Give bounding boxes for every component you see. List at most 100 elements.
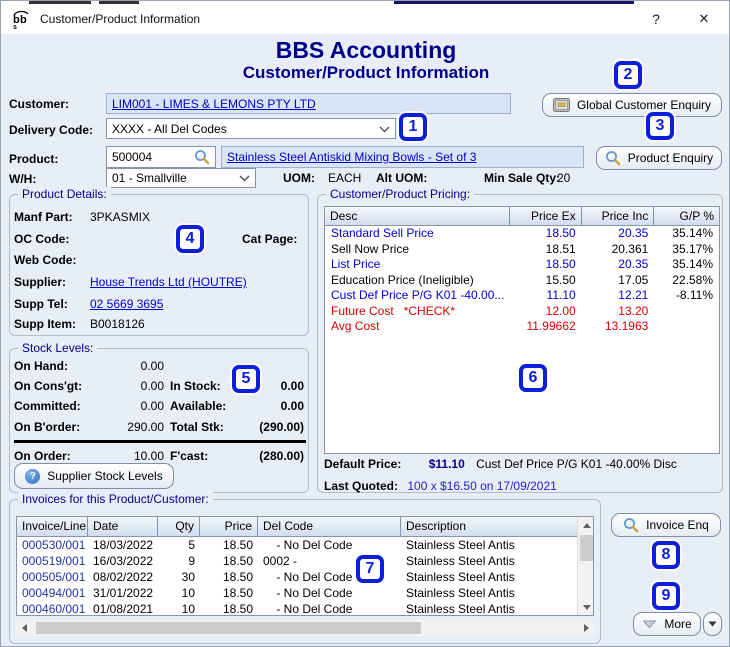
pricing-row[interactable]: Education Price (Ineligible)15.5017.0522… xyxy=(325,273,719,289)
vscroll-thumb[interactable] xyxy=(580,535,593,561)
invoice-enq-label: Invoice Enq xyxy=(646,518,709,532)
inv-col-invoice[interactable]: Invoice/Line xyxy=(17,517,88,537)
callout-4: 4 xyxy=(176,225,204,253)
invoice-date: 31/01/2022 xyxy=(88,585,158,601)
last-quoted-value[interactable]: 100 x $16.50 on 17/09/2021 xyxy=(407,479,556,493)
inv-col-date[interactable]: Date xyxy=(88,517,158,537)
pricing-row[interactable]: Avg Cost11.9966213.1963 xyxy=(325,319,719,335)
pricing-row-price-inc: 20.35 xyxy=(582,226,655,242)
invoice-row[interactable]: 000494/00131/01/20221018.50 - No Del Cod… xyxy=(17,585,593,601)
delivery-code-dropdown[interactable]: XXXX - All Del Codes xyxy=(106,118,396,139)
product-code-value: 500004 xyxy=(112,150,152,164)
invoice-del-code: - No Del Code xyxy=(258,537,401,553)
product-description-field[interactable]: Stainless Steel Antiskid Mixing Bowls - … xyxy=(221,146,584,168)
global-customer-enquiry-button[interactable]: Global Customer Enquiry xyxy=(542,93,722,117)
manf-part-label: Manf Part: xyxy=(14,210,73,224)
close-button[interactable]: ✕ xyxy=(687,4,721,34)
supp-item-label: Supp Item: xyxy=(14,317,76,331)
chevron-down-icon xyxy=(239,171,250,185)
supplier-link[interactable]: House Trends Ltd (HOUTRE) xyxy=(90,275,247,289)
pricing-row[interactable]: List Price18.5020.3535.14% xyxy=(325,257,719,273)
scroll-down-icon[interactable] xyxy=(578,599,594,615)
web-code-label: Web Code: xyxy=(14,253,76,267)
pricing-row[interactable]: Sell Now Price18.5120.36135.17% xyxy=(325,242,719,258)
warehouse-value: 01 - Smallville xyxy=(112,171,187,185)
chevron-down-icon xyxy=(642,620,657,629)
scroll-left-icon[interactable] xyxy=(16,620,32,636)
min-sale-qty-value: 20 xyxy=(557,171,570,185)
pricing-row-price-ex: 15.50 xyxy=(510,273,582,289)
hscroll-thumb[interactable] xyxy=(36,622,421,634)
pricing-col-desc[interactable]: Desc xyxy=(325,207,510,226)
pricing-row-price-ex: 18.50 xyxy=(510,226,582,242)
more-dropdown-button[interactable] xyxy=(703,612,722,636)
alt-uom-label: Alt UOM: xyxy=(376,171,427,185)
default-price-value: $11.10 xyxy=(429,457,465,471)
search-icon[interactable] xyxy=(194,149,210,165)
svg-text:s: s xyxy=(13,24,17,29)
pricing-col-price-inc[interactable]: Price Inc xyxy=(582,207,655,226)
invoice-number-link[interactable]: 000519/001 xyxy=(17,553,88,569)
scroll-right-icon[interactable] xyxy=(578,620,594,636)
invoice-number-link[interactable]: 000460/001 xyxy=(17,601,88,616)
scroll-up-icon[interactable] xyxy=(578,517,594,533)
invoice-number-link[interactable]: 000494/001 xyxy=(17,585,88,601)
invoice-row[interactable]: 000505/00108/02/20223018.50 - No Del Cod… xyxy=(17,569,593,585)
invoice-row[interactable]: 000530/00118/03/2022518.50 - No Del Code… xyxy=(17,537,593,553)
product-enquiry-button[interactable]: Product Enquiry xyxy=(596,146,722,170)
supp-tel-label: Supp Tel: xyxy=(14,297,68,311)
pricing-title: Customer/Product Pricing: xyxy=(326,187,474,201)
pricing-row-gp: 35.17% xyxy=(654,242,719,258)
invoice-del-code: - No Del Code xyxy=(258,601,401,616)
total-stk-value: (290.00) xyxy=(246,420,304,434)
pricing-row-price-inc: 13.1963 xyxy=(582,319,655,335)
inv-col-qty[interactable]: Qty xyxy=(158,517,200,537)
on-order-value: 10.00 xyxy=(110,449,164,463)
invoices-table-body: 000530/00118/03/2022518.50 - No Del Code… xyxy=(17,537,593,616)
supplier-stock-levels-button[interactable]: ? Supplier Stock Levels xyxy=(14,463,174,489)
inv-col-price[interactable]: Price xyxy=(200,517,258,537)
invoice-number-link[interactable]: 000505/001 xyxy=(17,569,88,585)
pricing-row[interactable]: Cust Def Price P/G K01 -40.00...11.1012.… xyxy=(325,288,719,304)
committed-label: Committed: xyxy=(14,399,81,413)
available-value: 0.00 xyxy=(246,399,304,413)
invoice-description: Stainless Steel Antis xyxy=(401,569,577,585)
pricing-table: Desc Price Ex Price Inc G/P % Standard S… xyxy=(324,206,720,454)
pricing-col-gp[interactable]: G/P % xyxy=(654,207,719,226)
invoice-description: Stainless Steel Antis xyxy=(401,601,577,616)
more-label: More xyxy=(664,617,691,631)
inv-col-del-code[interactable]: Del Code xyxy=(258,517,401,537)
invoices-hscrollbar[interactable] xyxy=(16,620,594,636)
customer-field[interactable]: LIM001 - LIMES & LEMONS PTY LTD xyxy=(106,93,511,114)
pricing-row-desc: Future Cost *CHECK* xyxy=(325,304,510,320)
default-price-desc: Cust Def Price P/G K01 -40.00% Disc xyxy=(476,457,677,471)
search-icon xyxy=(623,517,639,533)
invoice-row[interactable]: 000460/00101/08/20211018.50 - No Del Cod… xyxy=(17,601,593,616)
invoice-price: 18.50 xyxy=(200,537,258,553)
supplier-label: Supplier: xyxy=(14,275,66,289)
invoice-qty: 9 xyxy=(158,553,200,569)
product-code-field[interactable]: 500004 xyxy=(106,146,216,168)
invoice-row[interactable]: 000519/00116/03/2022918.500002 -Stainles… xyxy=(17,553,593,569)
customer-label: Customer: xyxy=(9,97,69,111)
inv-col-description[interactable]: Description xyxy=(401,517,577,537)
help-button[interactable]: ? xyxy=(639,4,673,34)
callout-8: 8 xyxy=(652,541,680,569)
customer-product-information-window: b b s Customer/Product Information ? ✕ B… xyxy=(0,0,730,647)
pricing-col-price-ex[interactable]: Price Ex xyxy=(510,207,582,226)
more-button[interactable]: More xyxy=(633,612,701,636)
invoice-description: Stainless Steel Antis xyxy=(401,537,577,553)
invoice-enq-button[interactable]: Invoice Enq xyxy=(611,513,721,537)
product-description-link[interactable]: Stainless Steel Antiskid Mixing Bowls - … xyxy=(227,150,476,164)
svg-text:b: b xyxy=(20,14,27,26)
invoices-vscrollbar[interactable] xyxy=(577,517,594,615)
invoice-number-link[interactable]: 000530/001 xyxy=(17,537,88,553)
customer-link[interactable]: LIM001 - LIMES & LEMONS PTY LTD xyxy=(112,97,316,111)
supp-tel-link[interactable]: 02 5669 3695 xyxy=(90,297,163,311)
pricing-row[interactable]: Standard Sell Price18.5020.3535.14% xyxy=(325,226,719,242)
warehouse-dropdown[interactable]: 01 - Smallville xyxy=(106,168,256,188)
pricing-row[interactable]: Future Cost *CHECK*12.0013.20 xyxy=(325,304,719,320)
pricing-row-desc: Sell Now Price xyxy=(325,242,510,258)
invoices-table: Invoice/Line Date Qty Price Del Code Des… xyxy=(16,516,594,616)
on-border-label: On B'order: xyxy=(14,420,80,434)
